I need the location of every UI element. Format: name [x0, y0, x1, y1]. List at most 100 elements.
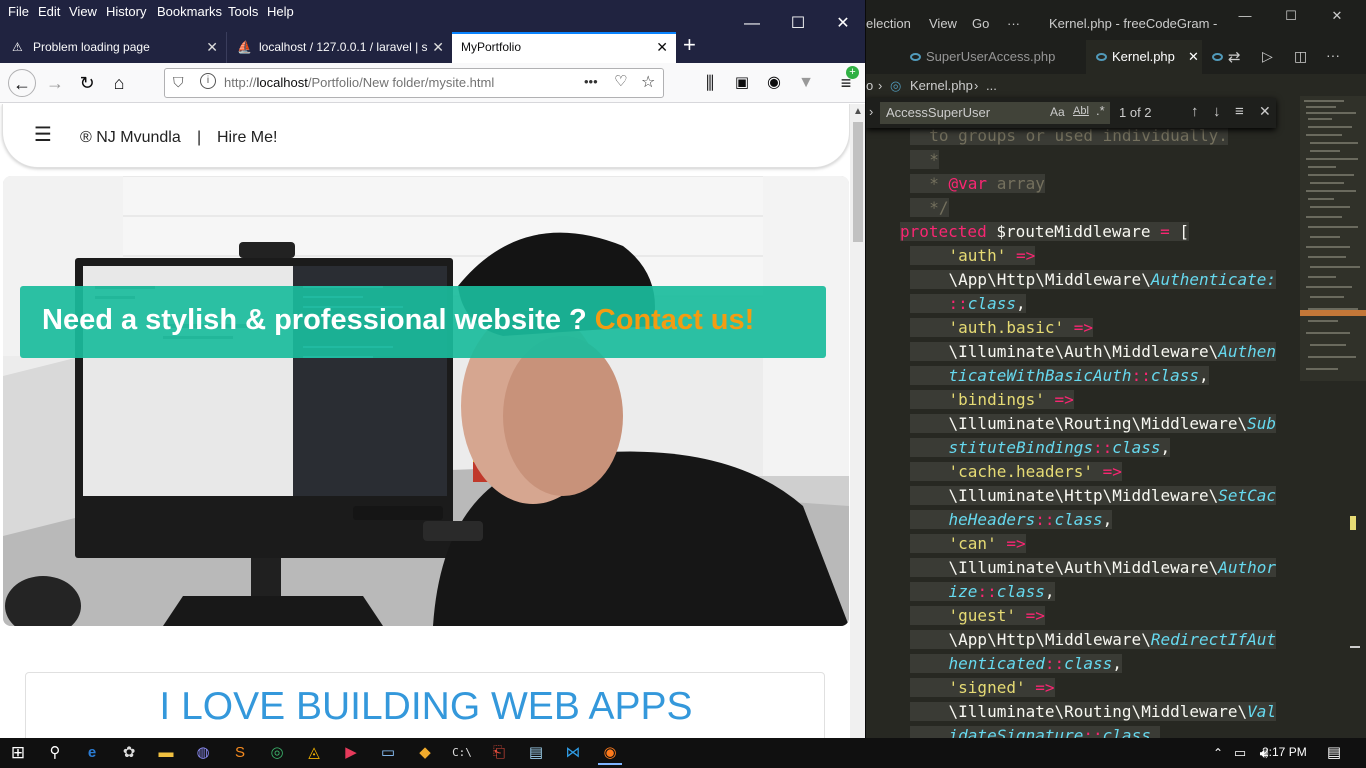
address-bar[interactable]: ⛉ i http://localhost/Portfolio/New folde… — [164, 68, 664, 98]
hamburger-icon[interactable]: ☰ — [34, 122, 52, 147]
bookmark-star-icon[interactable]: ☆ — [641, 72, 655, 92]
menu-tools[interactable]: Tools — [228, 4, 258, 19]
tab-kernel[interactable]: Kernel.php ✕ — [1086, 40, 1202, 74]
shield-icon[interactable]: ⛉ — [173, 74, 184, 91]
code-token: :: — [1131, 366, 1151, 385]
breadcrumb-more[interactable]: ... — [986, 74, 997, 98]
whole-word-icon[interactable]: Abl — [1073, 105, 1089, 117]
maximize-button[interactable]: ☐ — [1268, 0, 1314, 40]
image-viewer-icon[interactable]: ▭ — [376, 741, 400, 765]
arrow-up-icon[interactable]: ↑ — [1191, 103, 1199, 120]
php-app-icon[interactable]: ◍ — [191, 741, 215, 765]
chevron-right-icon[interactable]: › — [869, 104, 873, 119]
code-token: ticateWithBasicAuth — [910, 366, 1132, 385]
menu-history[interactable]: History — [106, 4, 146, 19]
brand-name[interactable]: ® NJ Mvundla — [80, 129, 181, 147]
tab-phpmyadmin[interactable]: ⛵ localhost / 127.0.0.1 / laravel | s ✕ — [226, 32, 452, 63]
edge-icon[interactable]: e — [80, 741, 104, 765]
show-hidden-icons-icon[interactable]: ⌃ — [1206, 741, 1230, 765]
code-token: array — [987, 174, 1045, 193]
close-tab-icon[interactable]: ✕ — [656, 32, 668, 63]
sublime-icon[interactable]: S — [228, 741, 252, 765]
chrome-dev-icon[interactable]: ◎ — [265, 741, 289, 765]
hire-me-link[interactable]: Hire Me! — [217, 129, 277, 147]
close-find-icon[interactable]: ✕ — [1259, 103, 1271, 120]
file-explorer-icon[interactable]: ▬ — [154, 741, 178, 765]
paint-icon[interactable]: ✿ — [117, 741, 141, 765]
pdf-reader-icon[interactable]: ⎗ — [487, 741, 511, 765]
menu-go[interactable]: Go — [972, 16, 989, 31]
menu-file[interactable]: File — [8, 4, 29, 19]
banner-headline: Need a stylish & professional website ? — [42, 304, 587, 336]
menu-help[interactable]: Help — [267, 4, 294, 19]
close-button[interactable]: ✕ — [1314, 0, 1360, 40]
tab-superuseraccess[interactable]: SuperUserAccess.php — [900, 40, 1086, 74]
menu-view[interactable]: View — [69, 4, 97, 19]
arrow-down-icon[interactable]: ↓ — [1213, 103, 1221, 120]
pocket-icon[interactable]: ♡ — [614, 72, 627, 90]
account-icon[interactable]: ◉ — [760, 69, 788, 97]
forward-icon[interactable]: → — [41, 69, 69, 97]
breadcrumb-file[interactable]: Kernel.php — [910, 74, 973, 98]
close-tab-icon[interactable]: ✕ — [206, 32, 218, 63]
start-windows-icon[interactable]: ⊞ — [6, 741, 30, 765]
tab-myportfolio[interactable]: MyPortfolio ✕ — [452, 32, 676, 63]
tab-label: SuperUserAccess.php — [926, 49, 1056, 64]
sidebar-icon[interactable]: ▣ — [728, 69, 756, 97]
code-token: class — [1064, 654, 1113, 673]
notepad-icon[interactable]: ▤ — [524, 741, 548, 765]
terminal-icon[interactable]: C:\ — [450, 741, 474, 765]
info-icon[interactable]: i — [200, 73, 216, 89]
menu-bookmarks[interactable]: Bookmarks — [157, 4, 222, 19]
scroll-marker — [1350, 646, 1360, 648]
vscode-taskbar-icon[interactable]: ⋈ — [561, 741, 585, 765]
code-token: => — [1093, 462, 1122, 481]
regex-icon[interactable]: .* — [1096, 103, 1105, 118]
menu-view[interactable]: View — [929, 16, 957, 31]
warning-app-icon[interactable]: ◬ — [302, 741, 326, 765]
notifications-icon[interactable]: ▤ — [1322, 741, 1346, 765]
more-actions-icon[interactable]: ··· — [1326, 47, 1340, 63]
new-tab-icon[interactable]: + — [683, 32, 696, 58]
editor-tabs: SuperUserAccess.php Kernel.php ✕ ⇄ ▷ ◫ ··… — [866, 40, 1366, 74]
clock[interactable]: 2:17 PM — [1262, 745, 1307, 759]
close-tab-icon[interactable]: ✕ — [432, 32, 444, 63]
scroll-up-icon[interactable]: ▲ — [853, 106, 863, 117]
minimize-button[interactable]: — — [1222, 0, 1268, 40]
git-icon[interactable]: ◆ — [413, 741, 437, 765]
code-token: 'bindings' — [910, 390, 1045, 409]
scrollbar-thumb[interactable] — [853, 122, 863, 242]
tab-problem-loading[interactable]: ⚠ Problem loading page ✕ — [0, 32, 226, 63]
reload-icon[interactable]: ↻ — [73, 69, 101, 97]
code-token: => — [1064, 318, 1094, 337]
menu-selection[interactable]: election — [866, 16, 911, 31]
network-icon[interactable]: ▭ — [1228, 741, 1252, 765]
menu-more[interactable]: ··· — [1007, 16, 1020, 31]
editor-scrollbar[interactable] — [1346, 96, 1360, 738]
tab-overflow[interactable] — [1202, 40, 1223, 74]
code-token: = — [1150, 222, 1180, 241]
code-token: \Illuminate\Http\Middleware\ — [910, 486, 1219, 505]
page-scrollbar[interactable]: ▲ — [850, 104, 865, 738]
firefox-taskbar-icon[interactable]: ◉ — [598, 741, 622, 765]
back-icon[interactable]: ← — [8, 69, 36, 97]
code-token: => — [1025, 678, 1055, 697]
split-editor-icon[interactable]: ◫ — [1294, 48, 1307, 65]
extension-icon[interactable]: ▼ — [792, 69, 820, 97]
run-icon[interactable]: ▷ — [1262, 48, 1273, 65]
find-in-selection-icon[interactable]: ≡ — [1235, 103, 1244, 120]
library-icon[interactable]: ⫼ — [696, 69, 724, 97]
match-case-icon[interactable]: Aa — [1050, 105, 1065, 119]
page-actions-icon[interactable]: ••• — [584, 74, 598, 89]
search-icon[interactable]: ⚲ — [43, 741, 67, 765]
close-tab-icon[interactable]: ✕ — [1188, 40, 1199, 74]
intro-card: I LOVE BUILDING WEB APPS — [25, 672, 825, 738]
code-token: to groups or used individually. — [910, 126, 1228, 145]
code-line: stituteBindings::class, — [910, 436, 1171, 460]
media-player-icon[interactable]: ▶ — [339, 741, 363, 765]
menu-edit[interactable]: Edit — [38, 4, 60, 19]
contact-us-link[interactable]: Contact us! — [595, 304, 755, 336]
compare-icon[interactable]: ⇄ — [1228, 48, 1241, 66]
code-token: protected — [900, 222, 987, 241]
home-icon[interactable]: ⌂ — [105, 69, 133, 97]
